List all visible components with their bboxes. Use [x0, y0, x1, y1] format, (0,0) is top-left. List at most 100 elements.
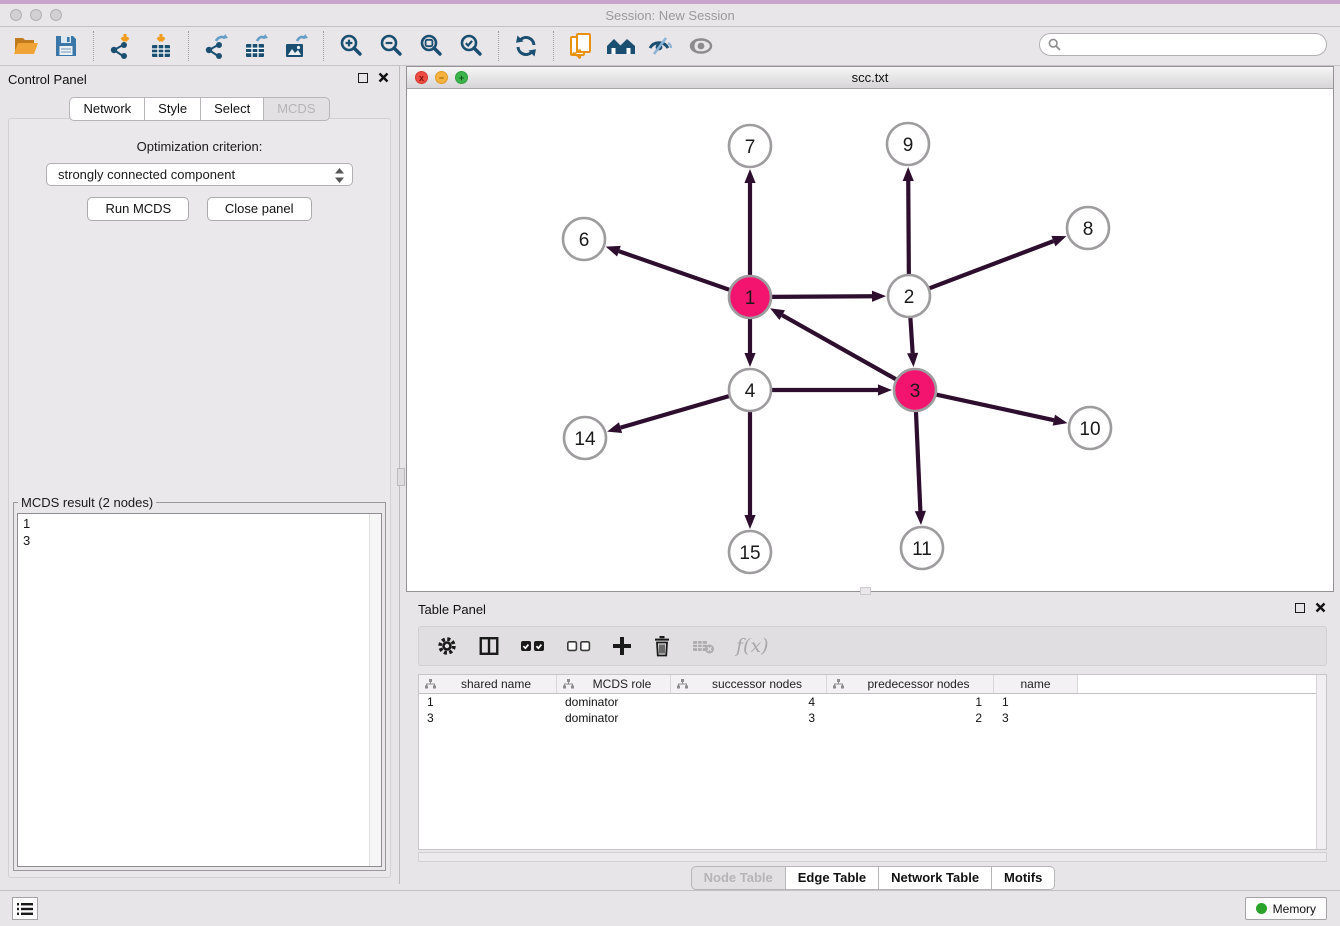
float-table-panel-icon[interactable] — [1295, 603, 1305, 613]
optimization-criterion-label: Optimization criterion: — [9, 139, 390, 154]
close-panel-icon[interactable] — [378, 72, 389, 83]
tree-icon — [425, 679, 436, 689]
zoom-selected-button[interactable] — [451, 29, 491, 63]
tab-select[interactable]: Select — [200, 97, 263, 121]
graph-edge-2-3[interactable] — [910, 317, 912, 353]
table-cell[interactable]: 2 — [827, 711, 994, 725]
search-input[interactable] — [1066, 37, 1318, 53]
zoom-out-button[interactable] — [371, 29, 411, 63]
toolbar-separator — [498, 31, 499, 61]
zoom-fit-button[interactable] — [411, 29, 451, 63]
delete-table-icon — [692, 637, 716, 655]
graph-edge-2-8[interactable] — [929, 241, 1054, 288]
main-toolbar — [0, 27, 1340, 66]
home-button[interactable] — [601, 29, 641, 63]
delete-column-button[interactable] — [652, 635, 672, 657]
network-canvas[interactable]: 7968124314101511 — [407, 89, 1333, 591]
criterion-dropdown-value: strongly connected component — [58, 167, 235, 182]
home-icon — [606, 34, 636, 58]
deselect-all-rows-button[interactable] — [566, 638, 592, 654]
mcds-result-text[interactable]: 1 3 — [17, 513, 382, 867]
table-cell[interactable]: 3 — [419, 711, 557, 725]
tab-style[interactable]: Style — [144, 97, 200, 121]
float-panel-icon[interactable] — [358, 73, 368, 83]
zoom-in-button[interactable] — [331, 29, 371, 63]
table-horizontal-scrollbar[interactable] — [418, 852, 1327, 862]
refresh-icon — [513, 33, 539, 59]
add-column-button[interactable] — [612, 636, 632, 656]
table-cell[interactable]: 4 — [671, 695, 827, 709]
export-network-button[interactable] — [196, 29, 236, 63]
table-tab-node-table[interactable]: Node Table — [691, 866, 785, 890]
graph-node-label: 11 — [912, 539, 932, 560]
table-cell[interactable]: 1 — [827, 695, 994, 709]
task-history-button[interactable] — [12, 897, 38, 920]
column-header-mcds-role[interactable]: MCDS role — [557, 675, 671, 693]
column-layout-button[interactable] — [478, 635, 500, 657]
table-tab-motifs[interactable]: Motifs — [991, 866, 1055, 890]
table-row[interactable]: 1dominator411 — [419, 694, 1326, 710]
select-all-rows-button[interactable] — [520, 638, 546, 654]
open-session-button[interactable] — [6, 29, 46, 63]
criterion-dropdown[interactable]: strongly connected component — [46, 163, 353, 186]
table-cell[interactable]: 3 — [994, 711, 1078, 725]
close-panel-button[interactable]: Close panel — [207, 197, 312, 221]
network-maximize-button[interactable]: + — [455, 71, 468, 84]
table-panel: Table Panel — [406, 596, 1340, 888]
toggle-graphics-details-button[interactable] — [641, 29, 681, 63]
clone-network-icon — [568, 32, 594, 60]
table-toolbar: f(x) — [418, 626, 1327, 666]
table-vertical-scrollbar[interactable] — [1316, 675, 1326, 849]
run-mcds-button[interactable]: Run MCDS — [87, 197, 189, 221]
graph-edge-1-2[interactable] — [771, 296, 872, 297]
show-hide-panel-button[interactable] — [681, 29, 721, 63]
tree-icon — [833, 679, 844, 689]
search-box[interactable] — [1039, 33, 1327, 56]
table-tab-edge-table[interactable]: Edge Table — [785, 866, 878, 890]
graph-edge-3-10[interactable] — [936, 394, 1054, 420]
column-header-name[interactable]: name — [994, 675, 1078, 693]
vertical-splitter-grip[interactable] — [397, 468, 405, 486]
graph-node-label: 9 — [903, 135, 914, 156]
tab-mcds[interactable]: MCDS — [263, 97, 329, 121]
table-tab-network-table[interactable]: Network Table — [878, 866, 991, 890]
tab-network[interactable]: Network — [69, 97, 144, 121]
graph-edge-2-9[interactable] — [908, 181, 909, 275]
list-icon — [17, 902, 33, 916]
graph-node-label: 2 — [904, 287, 915, 308]
graph-edge-3-11[interactable] — [916, 411, 920, 511]
horizontal-splitter-grip[interactable] — [860, 587, 871, 595]
result-scrollbar[interactable] — [369, 514, 381, 866]
graph-edge-1-6[interactable] — [619, 251, 730, 290]
column-settings-button[interactable] — [436, 635, 458, 657]
table-cell[interactable]: dominator — [557, 711, 671, 725]
import-network-button[interactable] — [101, 29, 141, 63]
column-header-successor-nodes[interactable]: successor nodes — [671, 675, 827, 693]
close-table-panel-icon[interactable] — [1315, 602, 1326, 613]
toolbar-separator — [188, 31, 189, 61]
table-cell[interactable]: 1 — [419, 695, 557, 709]
graph-edge-arrowhead — [878, 384, 892, 395]
column-header-predecessor-nodes[interactable]: predecessor nodes — [827, 675, 994, 693]
graph-edge-3-1[interactable] — [782, 315, 896, 380]
graph-node-label: 3 — [910, 381, 921, 402]
zoom-fit-icon — [418, 33, 444, 59]
memory-button[interactable]: Memory — [1245, 897, 1327, 920]
clone-network-button[interactable] — [561, 29, 601, 63]
refresh-button[interactable] — [506, 29, 546, 63]
table-cell[interactable]: dominator — [557, 695, 671, 709]
export-image-button[interactable] — [276, 29, 316, 63]
table-cell[interactable]: 1 — [994, 695, 1078, 709]
table-cell[interactable]: 3 — [671, 711, 827, 725]
zoom-selected-icon — [458, 33, 484, 59]
network-minimize-button[interactable]: − — [435, 71, 448, 84]
dropdown-stepper-icon — [335, 168, 344, 183]
export-table-button[interactable] — [236, 29, 276, 63]
save-session-button[interactable] — [46, 29, 86, 63]
graph-edge-4-14[interactable] — [621, 396, 730, 428]
table-row[interactable]: 3dominator323 — [419, 710, 1326, 726]
import-table-button[interactable] — [141, 29, 181, 63]
column-header-shared-name[interactable]: shared name — [419, 675, 557, 693]
gear-icon — [436, 635, 458, 657]
network-close-button[interactable]: x — [415, 71, 428, 84]
